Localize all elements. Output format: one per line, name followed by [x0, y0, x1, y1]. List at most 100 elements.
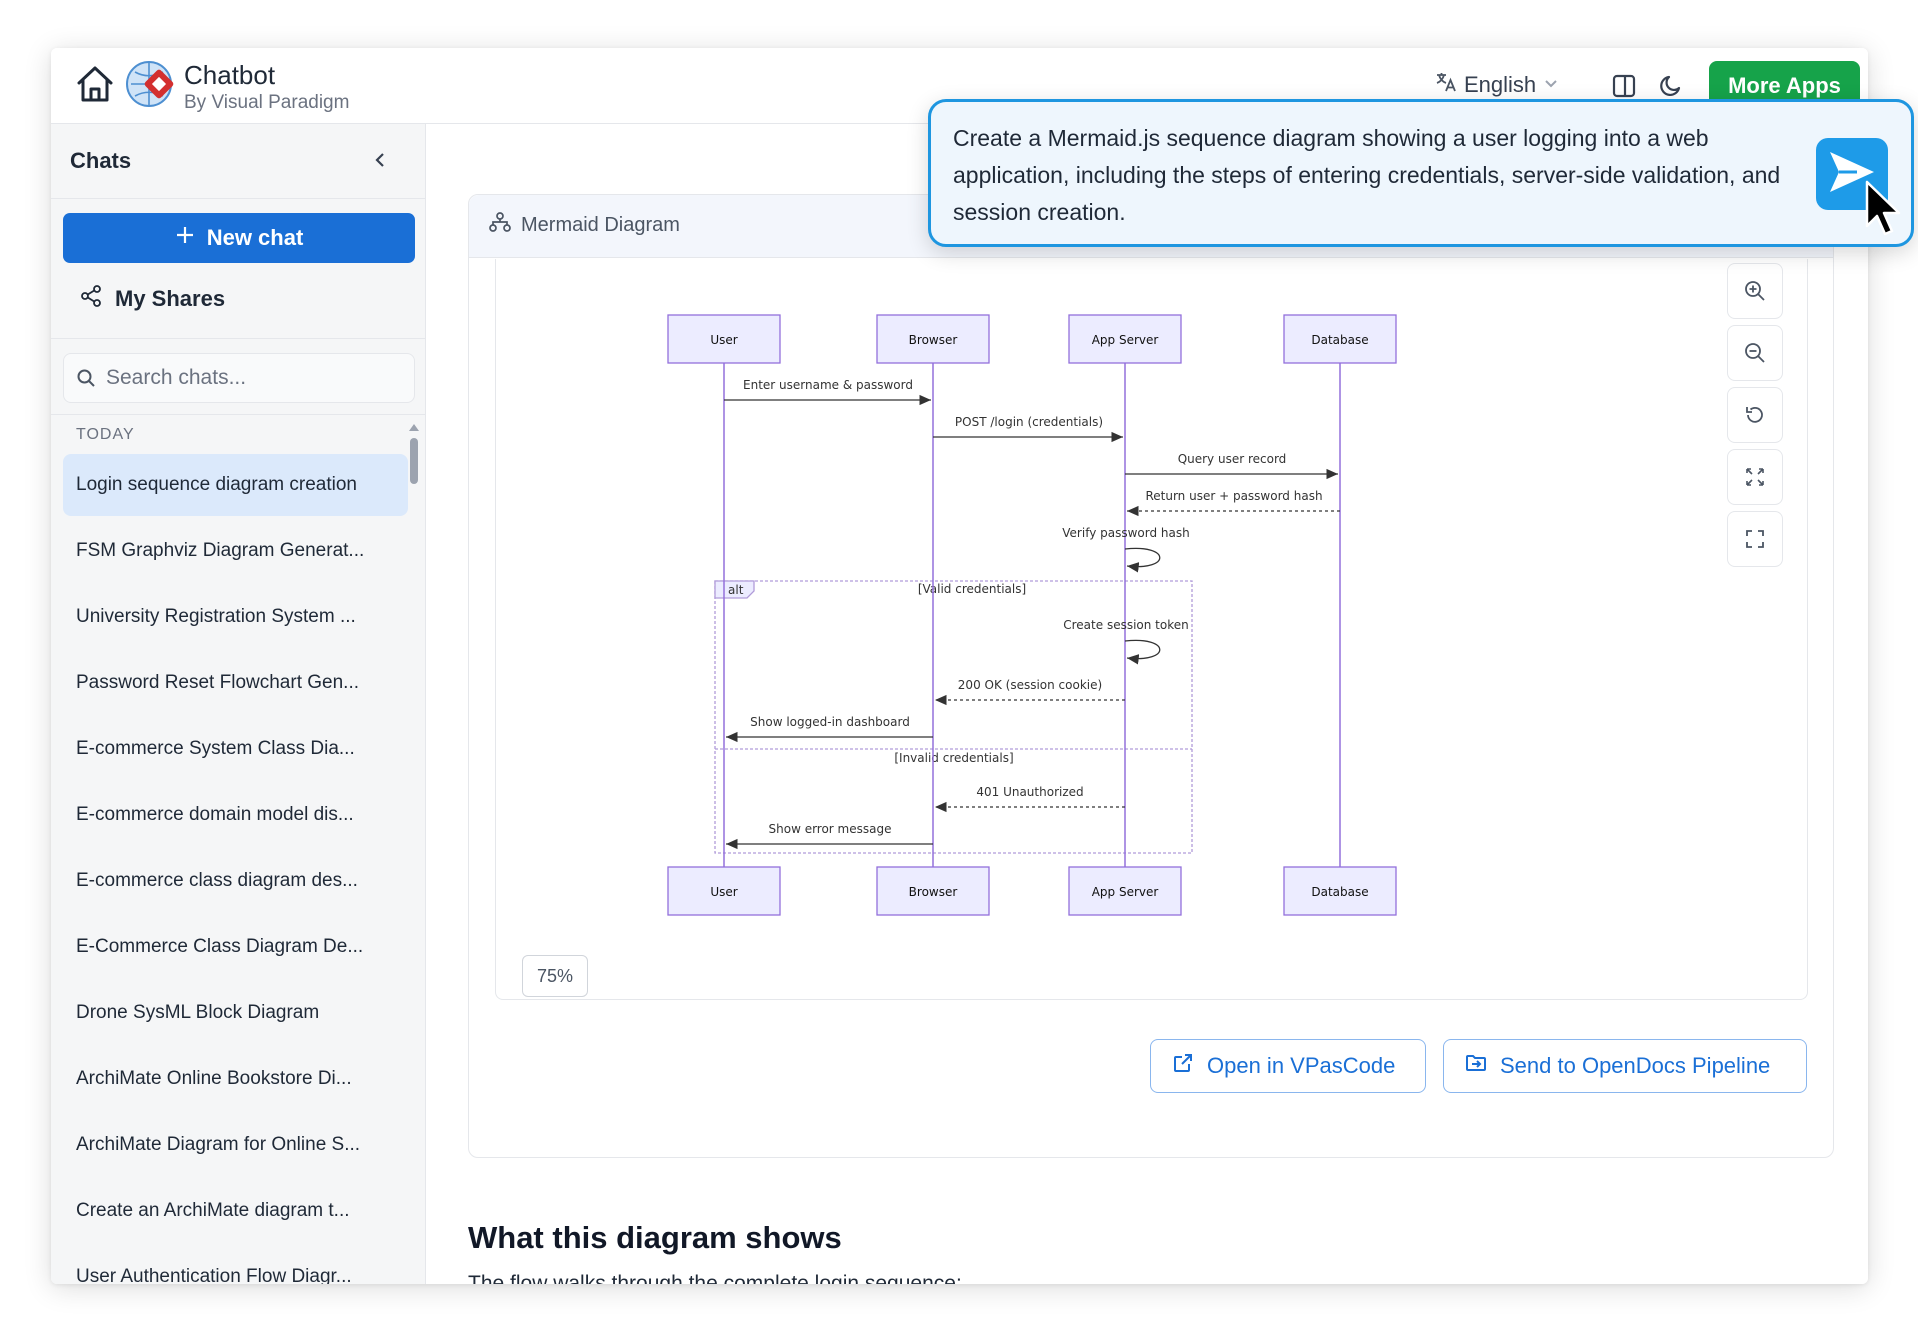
chat-list-item[interactable]: FSM Graphviz Diagram Generat... [63, 520, 408, 582]
message-401: 401 Unauthorized [935, 785, 1125, 813]
chat-list-item[interactable]: ArchiMate Diagram for Online S... [63, 1114, 408, 1176]
svg-text:Create session token: Create session token [1063, 618, 1188, 632]
chat-list-item[interactable]: E-commerce System Class Dia... [63, 718, 408, 780]
main-content: Mermaid Diagram alt [Valid credentials] [426, 124, 1868, 1284]
svg-text:Database: Database [1311, 885, 1368, 899]
svg-text:Browser: Browser [909, 885, 958, 899]
participant-browser-bottom: Browser [876, 866, 990, 916]
folder-send-icon [1464, 1051, 1488, 1081]
svg-text:App Server: App Server [1092, 333, 1159, 347]
svg-text:POST /login (credentials): POST /login (credentials) [955, 415, 1103, 429]
svg-text:Show error message: Show error message [769, 822, 892, 836]
message-show-error: Show error message [726, 822, 933, 850]
svg-text:User: User [710, 885, 737, 899]
diagram-card-title: Mermaid Diagram [489, 211, 680, 239]
search-input[interactable] [104, 365, 398, 391]
prompt-input-box[interactable]: Create a Mermaid.js sequence diagram sho… [928, 99, 1914, 247]
reset-view-icon[interactable] [1727, 387, 1783, 443]
chevron-down-icon [1542, 72, 1560, 98]
fit-to-screen-icon[interactable] [1727, 449, 1783, 505]
chat-list-item[interactable]: E-commerce class diagram des... [63, 850, 408, 912]
panel-toggle-icon[interactable] [1608, 70, 1640, 102]
svg-text:Verify password hash: Verify password hash [1062, 526, 1189, 540]
chat-list-item[interactable]: User Authentication Flow Diagr... [63, 1246, 408, 1284]
chat-list-item[interactable]: Password Reset Flowchart Gen... [63, 652, 408, 714]
new-chat-button[interactable]: New chat [63, 213, 415, 263]
chat-list-item[interactable]: Create an ArchiMate diagram t... [63, 1180, 408, 1242]
chat-list: Login sequence diagram creation FSM Grap… [63, 454, 408, 1284]
chat-list-item[interactable]: Drone SysML Block Diagram [63, 982, 408, 1044]
participant-database-bottom: Database [1283, 866, 1397, 916]
diagram-viewport[interactable]: alt [Valid credentials] [Invalid credent… [495, 259, 1808, 1000]
chat-list-item[interactable]: Login sequence diagram creation [63, 454, 408, 516]
svg-text:Return user + password hash: Return user + password hash [1145, 489, 1322, 503]
search-icon [76, 368, 96, 388]
chat-list-item[interactable]: ArchiMate Online Bookstore Di... [63, 1048, 408, 1110]
participant-app-server-top: App Server [1068, 314, 1182, 364]
section-label-today: TODAY [76, 426, 135, 443]
home-icon[interactable] [71, 60, 119, 108]
fullscreen-icon[interactable] [1727, 511, 1783, 567]
invalid-guard-label: [Invalid credentials] [894, 751, 1013, 765]
valid-guard-label: [Valid credentials] [918, 582, 1026, 596]
diagram-card: Mermaid Diagram alt [Valid credentials] [468, 194, 1834, 1158]
collapse-sidebar-icon[interactable] [367, 146, 395, 174]
diagram-icon [489, 211, 511, 239]
sequence-diagram: alt [Valid credentials] [Invalid credent… [667, 314, 1397, 916]
language-label: English [1464, 72, 1537, 97]
section-heading: What this diagram shows [468, 1220, 842, 1255]
message-enter-credentials: Enter username & password [724, 378, 931, 406]
participant-app-server-bottom: App Server [1068, 866, 1182, 916]
send-to-opendocs-label: Send to OpenDocs Pipeline [1500, 1053, 1771, 1078]
dark-mode-moon-icon[interactable] [1655, 70, 1687, 102]
svg-text:401 Unauthorized: 401 Unauthorized [976, 785, 1083, 799]
svg-text:Query user record: Query user record [1178, 452, 1287, 466]
zoom-out-icon[interactable] [1727, 325, 1783, 381]
open-in-vpascode-label: Open in VPasCode [1207, 1053, 1396, 1078]
section-paragraph: The flow walks through the complete logi… [468, 1272, 962, 1284]
svg-text:Show logged-in dashboard: Show logged-in dashboard [750, 715, 910, 729]
message-create-session: Create session token [1063, 618, 1189, 665]
svg-text:Enter username & password: Enter username & password [743, 378, 913, 392]
svg-text:App Server: App Server [1092, 885, 1159, 899]
open-in-vpascode-button[interactable]: Open in VPasCode [1150, 1039, 1426, 1093]
zoom-level-indicator: 75% [522, 955, 588, 997]
message-post-login: POST /login (credentials) [933, 415, 1123, 443]
send-to-opendocs-button[interactable]: Send to OpenDocs Pipeline [1443, 1039, 1807, 1093]
scroll-up-icon[interactable] [409, 424, 419, 431]
message-verify-hash: Verify password hash [1062, 526, 1190, 573]
mouse-pointer-icon [1864, 180, 1906, 245]
message-200-ok: 200 OK (session cookie) [935, 678, 1125, 706]
message-query-user: Query user record [1125, 452, 1338, 480]
prompt-text[interactable]: Create a Mermaid.js sequence diagram sho… [953, 120, 1783, 231]
share-icon [79, 284, 103, 314]
divider [51, 338, 425, 339]
message-show-dashboard: Show logged-in dashboard [726, 715, 933, 743]
chats-title: Chats [70, 148, 132, 173]
divider [51, 414, 425, 415]
visual-paradigm-logo [126, 59, 176, 109]
participant-browser-top: Browser [876, 314, 990, 364]
new-chat-label: New chat [206, 225, 304, 250]
translate-icon [1434, 70, 1458, 100]
alt-label: alt [728, 583, 744, 597]
sidebar-scrollbar[interactable] [409, 424, 419, 484]
participant-user-bottom: User [667, 866, 781, 916]
sidebar-header: Chats [51, 124, 425, 199]
language-selector[interactable]: English [1434, 70, 1560, 100]
participant-user-top: User [667, 314, 781, 364]
search-box[interactable] [63, 353, 415, 403]
zoom-in-icon[interactable] [1727, 263, 1783, 319]
chat-list-item[interactable]: E-commerce domain model dis... [63, 784, 408, 846]
chat-list-item[interactable]: University Registration System ... [63, 586, 408, 648]
svg-text:User: User [710, 333, 737, 347]
chat-list-item[interactable]: E-Commerce Class Diagram De... [63, 916, 408, 978]
my-shares-link[interactable]: My Shares [79, 284, 225, 314]
my-shares-label: My Shares [115, 286, 226, 311]
scroll-thumb[interactable] [410, 438, 418, 484]
diagram-card-title-label: Mermaid Diagram [521, 213, 680, 236]
brand-name: Chatbot [184, 60, 276, 90]
participant-database-top: Database [1283, 314, 1397, 364]
message-return-hash: Return user + password hash [1127, 489, 1340, 517]
brand-subtitle: By Visual Paradigm [184, 92, 350, 113]
